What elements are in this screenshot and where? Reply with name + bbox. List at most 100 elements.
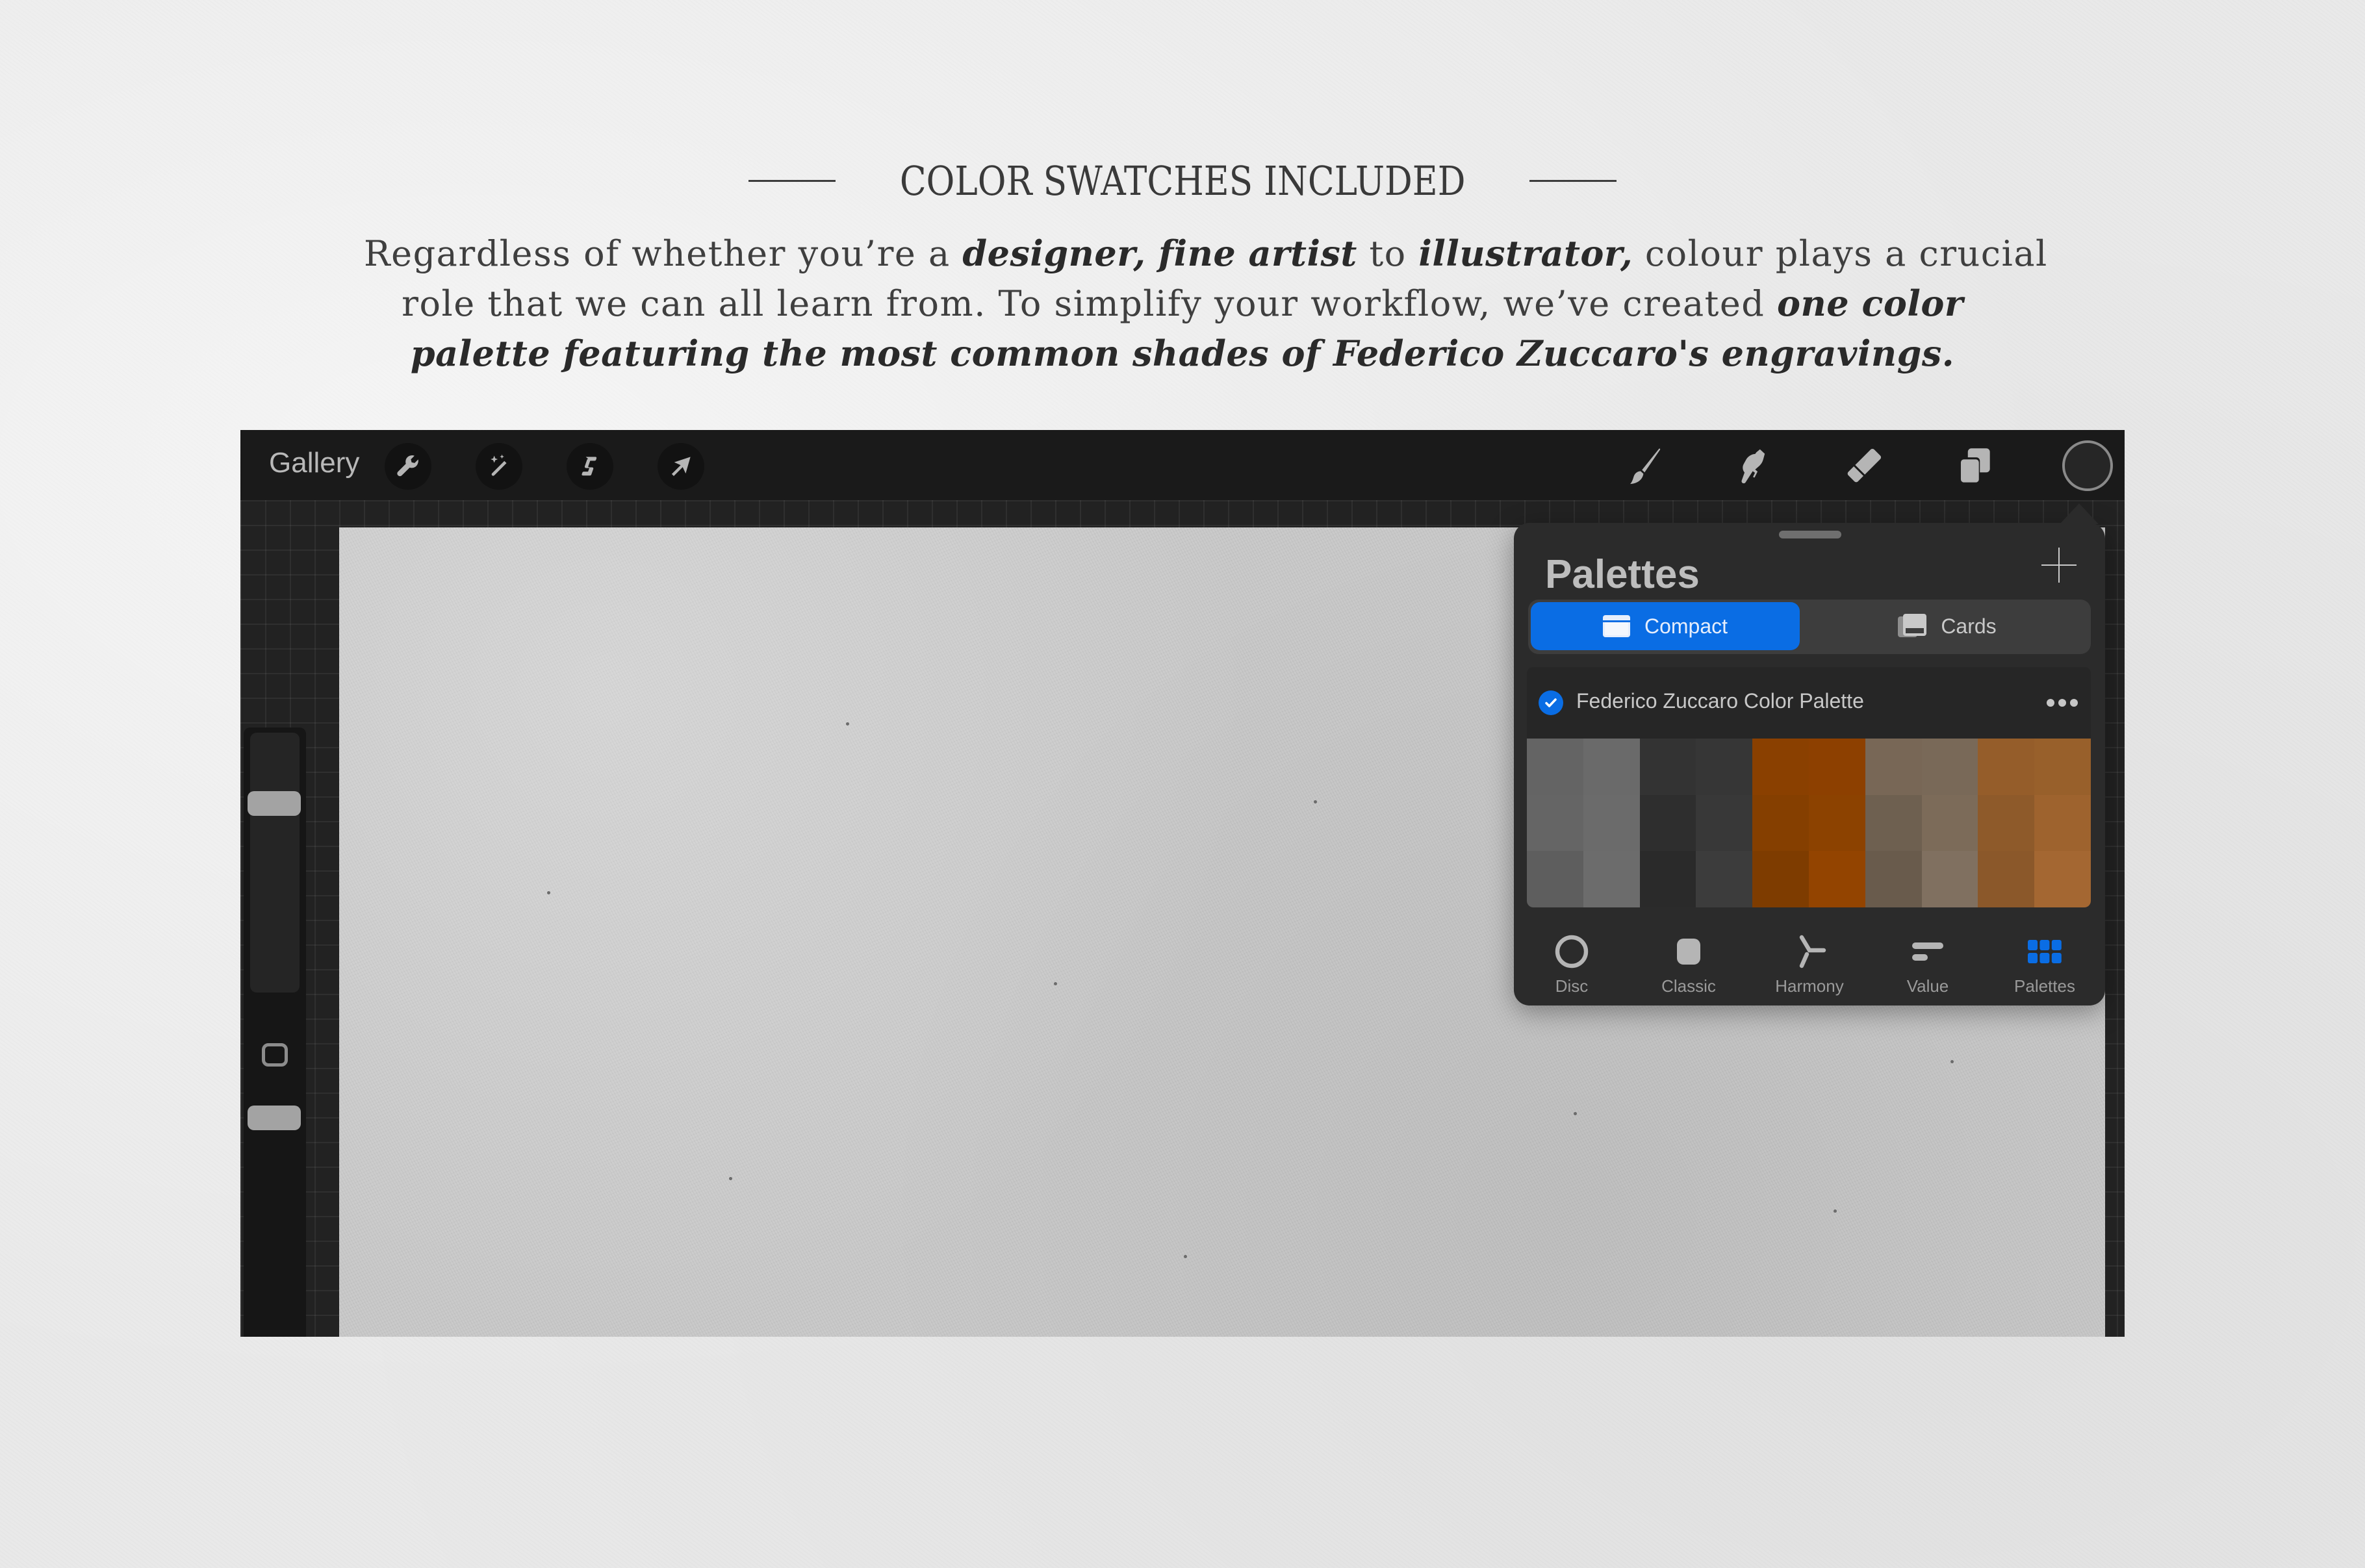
layers-button[interactable] — [1949, 442, 1999, 491]
brush-button[interactable] — [1619, 442, 1668, 491]
color-swatch[interactable] — [1583, 794, 1640, 852]
tab-palettes[interactable]: Palettes — [1996, 924, 2093, 1002]
palettes-grid-icon — [2028, 940, 2062, 963]
color-swatch[interactable] — [1978, 794, 2035, 852]
current-color-button[interactable] — [2062, 440, 2113, 491]
color-swatch[interactable] — [1978, 739, 2035, 795]
tab-harmony[interactable]: Harmony — [1761, 924, 1858, 1002]
paper-speck — [1574, 1112, 1577, 1115]
color-swatch[interactable] — [1921, 851, 1978, 907]
selection-button[interactable] — [567, 443, 613, 490]
default-palette-check[interactable] — [1539, 690, 1563, 715]
palette-card[interactable]: Federico Zuccaro Color Palette — [1527, 667, 2091, 907]
actions-button[interactable] — [385, 443, 431, 490]
paper-speck — [1184, 1255, 1187, 1258]
color-swatch[interactable] — [1527, 739, 1583, 795]
transform-button[interactable] — [658, 443, 704, 490]
modify-button[interactable] — [262, 1043, 288, 1067]
body-text: to — [1357, 233, 1419, 274]
color-swatch[interactable] — [1809, 794, 1865, 852]
tab-palettes-label: Palettes — [2014, 976, 2075, 996]
color-swatch[interactable] — [2034, 739, 2091, 795]
color-swatch[interactable] — [1921, 794, 1978, 852]
compact-view-label: Compact — [1644, 614, 1728, 638]
brush-size-slider[interactable] — [248, 733, 301, 993]
color-swatch[interactable] — [1639, 851, 1696, 907]
color-swatch[interactable] — [1865, 739, 1922, 795]
paper-speck — [1834, 1209, 1837, 1213]
color-swatch[interactable] — [1809, 739, 1865, 795]
tab-value[interactable]: Value — [1879, 924, 1976, 1002]
color-swatch[interactable] — [1583, 851, 1640, 907]
paper-speck — [1314, 800, 1317, 803]
procreate-app: Gallery Palettes Compact Cards Federico … — [240, 430, 2125, 1337]
more-dot — [2058, 699, 2066, 707]
emphasis-text: palette featuring the most common shades… — [410, 333, 1955, 374]
tab-harmony-label: Harmony — [1775, 976, 1844, 996]
cards-view-label: Cards — [1941, 614, 1997, 638]
color-swatch[interactable] — [1809, 851, 1865, 907]
color-swatch[interactable] — [1865, 851, 1922, 907]
color-swatch[interactable] — [2034, 851, 2091, 907]
cards-view-icon — [1898, 614, 1927, 637]
heading-rule-right — [1529, 179, 1617, 182]
color-swatch[interactable] — [1527, 851, 1583, 907]
compact-view-tab[interactable]: Compact — [1531, 602, 1800, 650]
body-text: Regardless of whether you’re a — [364, 233, 963, 274]
color-swatch[interactable] — [1696, 739, 1753, 795]
layers-icon — [1958, 448, 1990, 484]
color-swatch[interactable] — [1583, 739, 1640, 795]
color-swatch[interactable] — [1865, 794, 1922, 852]
tab-disc[interactable]: Disc — [1523, 924, 1620, 1002]
tab-classic-label: Classic — [1661, 976, 1716, 996]
eraser-icon — [1847, 448, 1882, 483]
more-dot — [2070, 699, 2078, 707]
color-swatch[interactable] — [1752, 739, 1809, 795]
palette-header: Federico Zuccaro Color Palette — [1527, 667, 2091, 739]
color-swatch[interactable] — [2034, 794, 2091, 852]
color-swatch[interactable] — [1639, 794, 1696, 852]
brush-size-thumb[interactable] — [248, 791, 301, 816]
brush-icon — [1630, 448, 1661, 485]
popover-arrow — [2060, 503, 2099, 524]
color-swatch[interactable] — [1527, 794, 1583, 852]
heading-rule-left — [748, 179, 836, 182]
cards-view-tab[interactable]: Cards — [1806, 602, 2088, 650]
panel-title: Palettes — [1545, 552, 1700, 597]
value-sliders-icon — [1912, 942, 1943, 961]
color-swatch[interactable] — [1696, 851, 1753, 907]
color-swatch[interactable] — [1752, 851, 1809, 907]
harmony-icon — [1799, 935, 1826, 968]
color-swatch[interactable] — [1921, 739, 1978, 795]
add-palette-button[interactable] — [2041, 548, 2077, 583]
paper-speck — [1950, 1060, 1954, 1063]
paper-speck — [729, 1177, 732, 1180]
view-mode-control: Compact Cards — [1528, 600, 2091, 654]
color-mode-tabbar: Disc Classic Harmony Value Palettes — [1514, 924, 2105, 1002]
tab-classic[interactable]: Classic — [1640, 924, 1737, 1002]
palette-name: Federico Zuccaro Color Palette — [1576, 689, 1864, 713]
more-options-button[interactable] — [2047, 693, 2083, 713]
color-swatch[interactable] — [1639, 739, 1696, 795]
magic-wand-icon — [491, 454, 507, 476]
more-dot — [2047, 699, 2054, 707]
color-swatch[interactable] — [1752, 794, 1809, 852]
adjustments-button[interactable] — [476, 443, 522, 490]
top-toolbar: Gallery — [240, 430, 2125, 500]
heading-title: COLOR SWATCHES INCLUDED — [899, 157, 1466, 205]
smudge-button[interactable] — [1728, 442, 1778, 491]
emphasis-text: illustrator, — [1418, 233, 1633, 274]
smudge-finger-icon — [1741, 449, 1765, 484]
eraser-button[interactable] — [1839, 442, 1888, 491]
color-swatch[interactable] — [1978, 851, 2035, 907]
checkmark-icon — [1545, 698, 1557, 707]
emphasis-text: one color — [1777, 283, 1963, 324]
panel-grabber[interactable] — [1779, 531, 1841, 538]
color-swatch[interactable] — [1696, 794, 1753, 852]
left-sidebar — [244, 727, 306, 1337]
opacity-slider-thumb[interactable] — [248, 1106, 301, 1130]
wrench-icon — [397, 455, 418, 477]
classic-square-icon — [1677, 939, 1700, 965]
intro-paragraph: Regardless of whether you’re a designer,… — [364, 229, 2047, 379]
gallery-button[interactable]: Gallery — [269, 447, 359, 479]
